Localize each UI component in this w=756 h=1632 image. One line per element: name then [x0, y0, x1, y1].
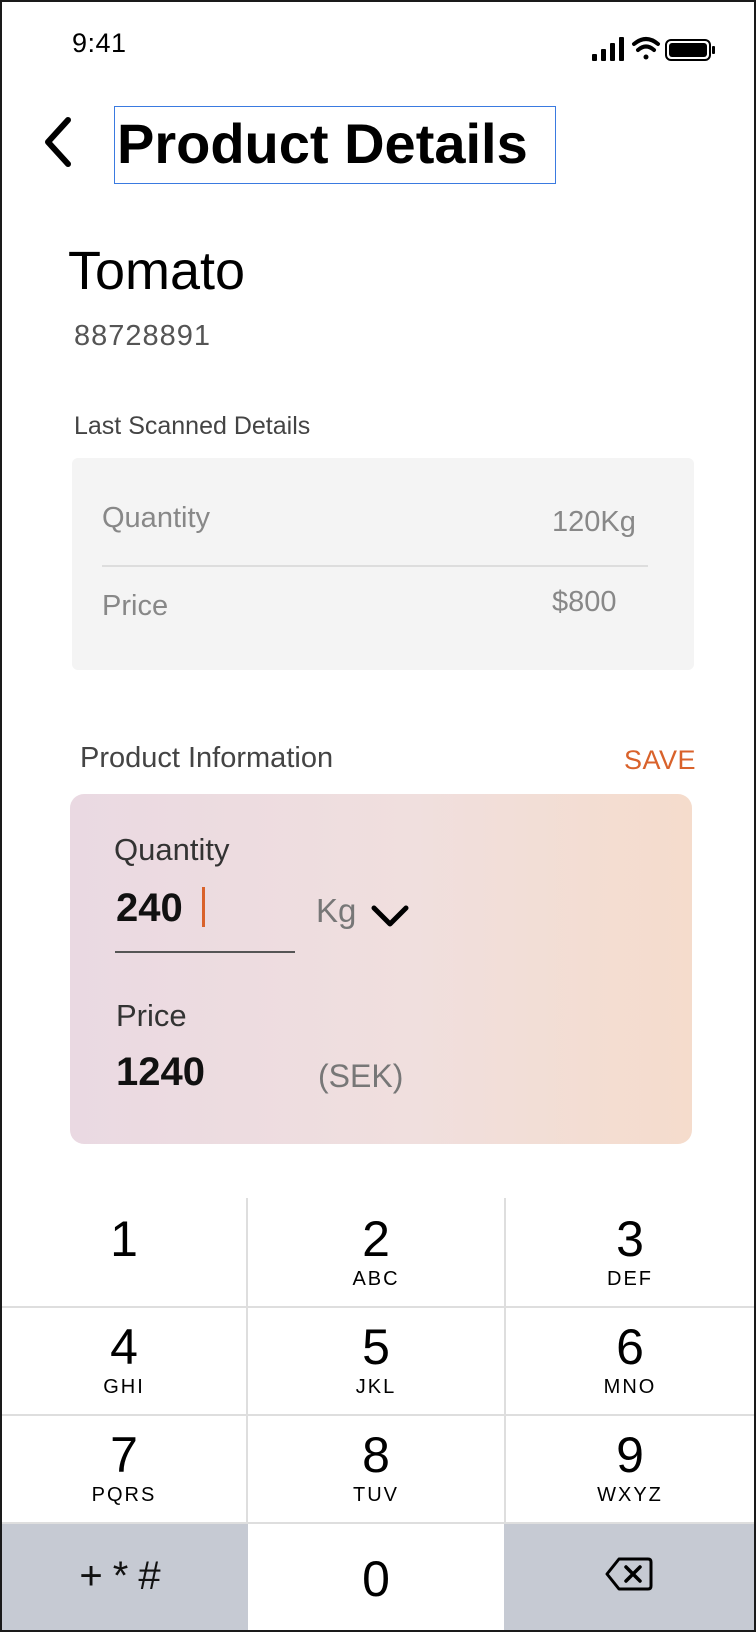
quantity-label: Quantity: [114, 832, 230, 867]
backspace-button[interactable]: [504, 1524, 754, 1630]
key-2[interactable]: 2 ABC: [248, 1212, 504, 1306]
back-button[interactable]: [40, 114, 80, 172]
product-information-card: Quantity 240 Kg Price 1240 (SEK): [70, 794, 692, 1144]
last-scanned-card: Quantity 120Kg Price $800: [72, 458, 694, 670]
key-letters: JKL: [355, 1376, 397, 1398]
key-letters: DEF: [607, 1268, 653, 1290]
last-quantity-value: 120Kg: [552, 506, 636, 538]
price-input[interactable]: 1240: [116, 1050, 205, 1095]
status-indicators-icon: [592, 37, 715, 61]
text-cursor: [202, 887, 205, 927]
key-symbols[interactable]: +*#: [2, 1524, 248, 1630]
key-letters: TUV: [353, 1484, 399, 1506]
last-scanned-label: Last Scanned Details: [74, 412, 311, 440]
key-number: 8: [362, 1427, 390, 1483]
quantity-input[interactable]: 240: [116, 886, 183, 931]
key-letters: WXYZ: [597, 1484, 663, 1506]
symbols-label: +*#: [79, 1554, 171, 1598]
key-4[interactable]: 4 GHI: [2, 1320, 246, 1414]
key-number: 9: [616, 1427, 644, 1483]
key-letters: PQRS: [91, 1484, 157, 1506]
key-number: 0: [362, 1551, 390, 1607]
key-number: 5: [362, 1319, 390, 1375]
quantity-input-underline: [115, 951, 295, 953]
key-number: 7: [110, 1427, 138, 1483]
unit-select[interactable]: Kg: [316, 892, 356, 930]
last-price-label: Price: [102, 590, 169, 622]
key-0[interactable]: 0: [248, 1524, 504, 1630]
key-5[interactable]: 5 JKL: [248, 1320, 504, 1414]
last-price-value: $800: [552, 586, 617, 618]
key-number: 6: [616, 1319, 644, 1375]
numeric-keypad: 1 2 ABC 3 DEF 4 GHI 5 JKL 6 MNO 7 PQRS 8: [2, 1198, 754, 1630]
key-number: 4: [110, 1319, 138, 1375]
key-letters: MNO: [603, 1376, 657, 1398]
last-quantity-label: Quantity: [102, 502, 210, 534]
key-number: 3: [616, 1211, 644, 1267]
battery-icon: [665, 39, 715, 61]
key-letters: ABC: [352, 1268, 400, 1290]
currency-label: (SEK): [318, 1058, 404, 1094]
keypad-divider: [2, 1414, 754, 1416]
phone-screen: 9:41 Product Details Tomato 88728891 Las…: [0, 0, 756, 1632]
divider: [102, 565, 648, 567]
product-code: 88728891: [74, 320, 212, 352]
key-number: 1: [110, 1211, 138, 1267]
price-label: Price: [116, 998, 187, 1033]
product-name: Tomato: [68, 241, 246, 301]
status-icons: [592, 34, 722, 69]
key-letters: GHI: [103, 1376, 145, 1398]
status-time: 9:41: [72, 28, 127, 58]
key-6[interactable]: 6 MNO: [506, 1320, 754, 1414]
chevron-left-icon: [45, 117, 71, 167]
page-title: Product Details: [114, 106, 556, 184]
key-8[interactable]: 8 TUV: [248, 1428, 504, 1522]
key-number: 2: [362, 1211, 390, 1267]
wifi-icon: [632, 37, 660, 60]
keypad-divider: [2, 1306, 754, 1308]
backspace-icon: [605, 1557, 653, 1591]
key-3[interactable]: 3 DEF: [506, 1212, 754, 1306]
key-1[interactable]: 1: [2, 1212, 246, 1306]
key-7[interactable]: 7 PQRS: [2, 1428, 246, 1522]
save-button[interactable]: SAVE: [624, 745, 696, 776]
product-information-label: Product Information: [80, 742, 334, 774]
chevron-down-icon[interactable]: [370, 902, 410, 933]
signal-icon: [592, 37, 624, 61]
key-9[interactable]: 9 WXYZ: [506, 1428, 754, 1522]
